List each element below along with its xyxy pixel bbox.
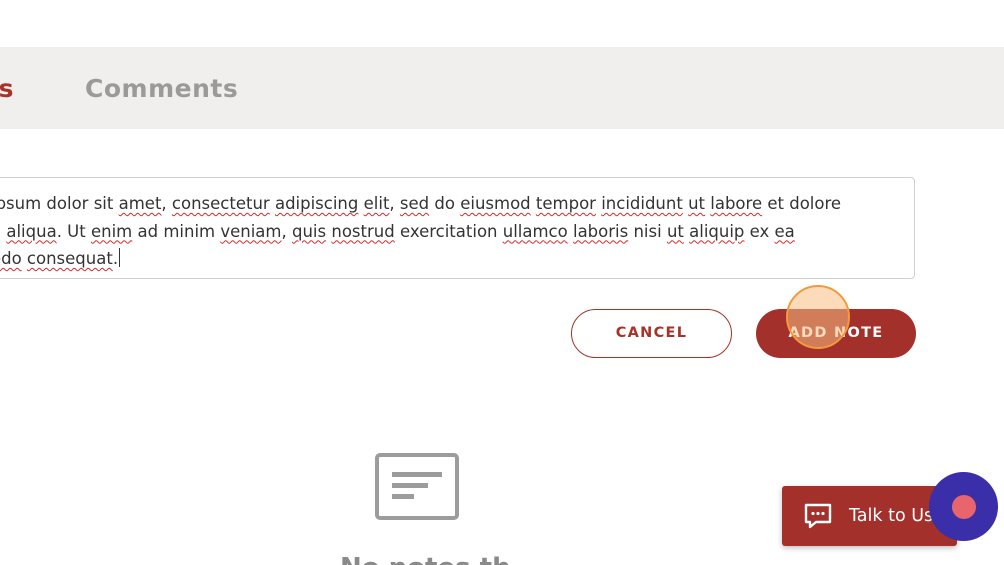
misspelled-word: consequat: [26, 249, 113, 268]
misspelled-word: ullamco: [502, 221, 568, 241]
misspelled-word: ut: [666, 221, 684, 241]
misspelled-word: sed: [399, 194, 430, 213]
text-segment: nisi: [628, 221, 667, 241]
live-chat-widget-icon: [952, 495, 976, 519]
tab-notes[interactable]: s: [0, 47, 27, 129]
misspelled-word: nostrud: [331, 221, 395, 241]
text-segment: exercitation: [394, 221, 503, 241]
empty-state-text: No notes th: [340, 552, 511, 565]
text-segment: ipsum: [0, 194, 42, 213]
cancel-button[interactable]: CANCEL: [571, 309, 732, 358]
misspelled-word: enim: [90, 221, 133, 241]
text-segment: . Ut: [56, 221, 91, 241]
text-segment: et dolore: [762, 194, 842, 213]
text-caret: [119, 248, 121, 267]
misspelled-word: ut: [688, 194, 706, 213]
text-segment: ,: [389, 194, 400, 213]
misspelled-word: elit: [363, 194, 390, 213]
misspelled-word: odo: [0, 249, 22, 268]
misspelled-word: tempor: [535, 194, 596, 213]
text-segment: ex: [744, 221, 775, 241]
misspelled-word: ea: [774, 221, 795, 241]
misspelled-word: aliquip: [689, 221, 745, 241]
text-segment: .: [112, 249, 119, 268]
misspelled-word: eiusmod: [460, 194, 531, 213]
tab-notes-label: s: [0, 74, 14, 103]
tab-bar: s Comments: [0, 47, 1004, 129]
add-note-button[interactable]: ADD NOTE: [756, 309, 916, 358]
misspelled-word: aliqua: [6, 221, 57, 241]
text-segment: do: [429, 194, 461, 213]
page: s Comments ipsum dolor sit amet, consect…: [0, 0, 1004, 565]
chat-bubble-icon: [804, 503, 832, 529]
text-segment: ,: [281, 221, 292, 241]
tab-comments-label: Comments: [85, 74, 239, 103]
misspelled-word: veniam: [220, 221, 282, 241]
live-chat-widget-button[interactable]: [929, 472, 998, 541]
misspelled-word: amet: [118, 194, 162, 213]
misspelled-word: consectetur: [171, 194, 270, 213]
text-segment: dolor sit: [41, 194, 119, 213]
note-text-line-2: a aliqua. Ut enim ad minim veniam, quis …: [0, 218, 890, 246]
note-text-line-3: odo consequat.: [0, 245, 890, 273]
tab-comments[interactable]: Comments: [85, 47, 238, 129]
note-text-line-1: ipsum dolor sit amet, consectetur adipis…: [0, 190, 890, 218]
misspelled-word: adipiscing: [274, 194, 359, 213]
misspelled-word: labore: [710, 194, 763, 213]
note-textarea[interactable]: ipsum dolor sit amet, consectetur adipis…: [0, 177, 915, 279]
note-lines-icon: [375, 453, 459, 520]
talk-to-us-label: Talk to Us: [849, 506, 934, 526]
misspelled-word: incididunt: [601, 194, 683, 213]
misspelled-word: laboris: [572, 221, 629, 241]
misspelled-word: quis: [292, 221, 327, 241]
text-segment: ad minim: [132, 221, 221, 241]
text-segment: ,: [161, 194, 172, 213]
